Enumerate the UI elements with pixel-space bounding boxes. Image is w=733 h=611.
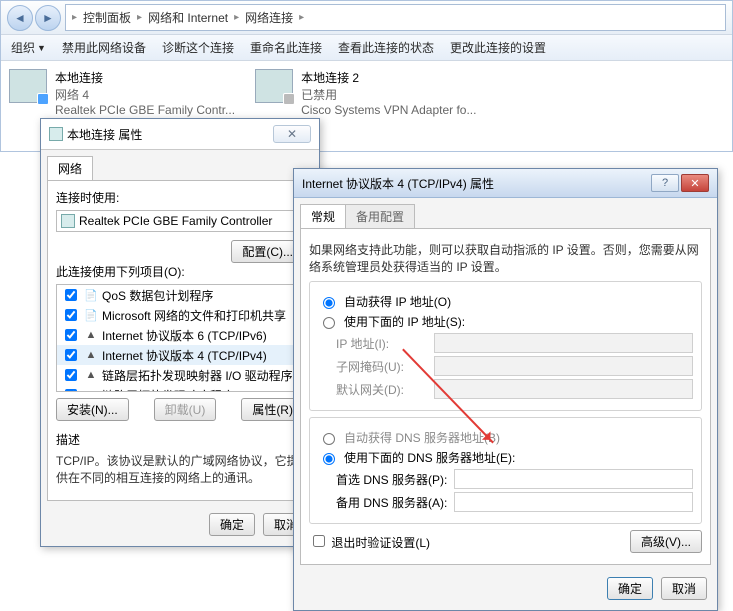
connection-name: 本地连接 2 <box>301 69 476 86</box>
item-checkbox[interactable] <box>65 389 77 392</box>
change-settings[interactable]: 更改此连接的设置 <box>450 39 546 56</box>
help-button[interactable]: ? <box>651 174 679 192</box>
dialog-titlebar[interactable]: 本地连接 属性 ✕ <box>41 119 319 150</box>
ok-button[interactable]: 确定 <box>209 513 255 536</box>
list-item[interactable]: ▲Internet 协议版本 4 (TCP/IPv4) <box>57 345 303 365</box>
tab-network[interactable]: 网络 <box>47 156 93 180</box>
ip-address-label: IP 地址(I): <box>318 335 428 352</box>
dns-auto-radio[interactable] <box>323 433 335 445</box>
items-label: 此连接使用下列项目(O): <box>56 263 304 280</box>
ip-settings-group: 自动获得 IP 地址(O) 使用下面的 IP 地址(S): IP 地址(I): … <box>309 281 702 411</box>
description-text: TCP/IP。该协议是默认的广域网络协议，它提供在不同的相互连接的网络上的通讯。 <box>56 452 304 486</box>
connection-device: Realtek PCIe GBE Family Contr... <box>55 103 235 117</box>
dialog-title: Internet 协议版本 4 (TCP/IPv4) 属性 <box>302 175 494 192</box>
ip-manual-radio[interactable] <box>323 317 335 329</box>
breadcrumb-item[interactable]: 网络连接 <box>245 9 293 26</box>
item-checkbox[interactable] <box>65 349 77 361</box>
dns-preferred-field[interactable] <box>454 469 693 489</box>
ip-manual-label: 使用下面的 IP 地址(S): <box>344 313 465 330</box>
connection-status: 网络 4 <box>55 86 235 103</box>
dns-alternate-field[interactable] <box>454 492 693 512</box>
tab-alternate[interactable]: 备用配置 <box>346 204 415 228</box>
breadcrumb-item[interactable]: 网络和 Internet <box>148 9 228 26</box>
list-item[interactable]: 📄QoS 数据包计划程序 <box>57 285 303 305</box>
dialog-title: 本地连接 属性 <box>67 126 142 143</box>
dns-preferred-label: 首选 DNS 服务器(P): <box>318 471 448 488</box>
rename-connection[interactable]: 重命名此连接 <box>250 39 322 56</box>
components-list[interactable]: 📄QoS 数据包计划程序 📄Microsoft 网络的文件和打印机共享 ▲Int… <box>56 284 304 392</box>
toolbar: 组织 ▼ 禁用此网络设备 诊断这个连接 重命名此连接 查看此连接的状态 更改此连… <box>1 35 732 61</box>
adapter-properties-dialog: 本地连接 属性 ✕ 网络 连接时使用: Realtek PCIe GBE Fam… <box>40 118 320 547</box>
connection-device: Cisco Systems VPN Adapter fo... <box>301 103 476 117</box>
ok-button[interactable]: 确定 <box>607 577 653 600</box>
validate-checkbox[interactable] <box>313 535 325 547</box>
description-label: 描述 <box>56 431 304 448</box>
dialog-titlebar[interactable]: Internet 协议版本 4 (TCP/IPv4) 属性 ? ✕ <box>294 169 717 198</box>
close-button[interactable]: ✕ <box>273 125 311 143</box>
view-status[interactable]: 查看此连接的状态 <box>338 39 434 56</box>
adapter-icon <box>61 214 75 228</box>
adapter-name: Realtek PCIe GBE Family Controller <box>79 214 272 228</box>
dns-settings-group: 自动获得 DNS 服务器地址(B) 使用下面的 DNS 服务器地址(E): 首选… <box>309 417 702 524</box>
address-bar: ◄ ► ▸ 控制面板 ▸ 网络和 Internet ▸ 网络连接 ▸ <box>1 1 732 35</box>
ipv4-properties-dialog: Internet 协议版本 4 (TCP/IPv4) 属性 ? ✕ 常规 备用配… <box>293 168 718 611</box>
item-checkbox[interactable] <box>65 329 77 341</box>
list-item[interactable]: 📄Microsoft 网络的文件和打印机共享 <box>57 305 303 325</box>
connect-using-label: 连接时使用: <box>56 189 304 206</box>
install-button[interactable]: 安装(N)... <box>56 398 129 421</box>
ip-auto-radio[interactable] <box>323 297 335 309</box>
list-item[interactable]: ▲链路层拓扑发现映射器 I/O 驱动程序 <box>57 365 303 385</box>
breadcrumb-item[interactable]: 控制面板 <box>83 9 131 26</box>
disable-device[interactable]: 禁用此网络设备 <box>62 39 146 56</box>
network-adapter-icon <box>9 69 47 103</box>
gateway-field <box>434 379 693 399</box>
forward-button[interactable]: ► <box>35 5 61 31</box>
list-item[interactable]: ▲链路层拓扑发现响应程序 <box>57 385 303 392</box>
dns-alternate-label: 备用 DNS 服务器(A): <box>318 494 448 511</box>
subnet-field <box>434 356 693 376</box>
validate-label: 退出时验证设置(L) <box>331 536 430 550</box>
breadcrumb[interactable]: ▸ 控制面板 ▸ 网络和 Internet ▸ 网络连接 ▸ <box>65 4 726 31</box>
cancel-button[interactable]: 取消 <box>661 577 707 600</box>
close-button[interactable]: ✕ <box>681 174 709 192</box>
uninstall-button: 卸载(U) <box>154 398 217 421</box>
item-checkbox[interactable] <box>65 369 77 381</box>
dns-auto-label: 自动获得 DNS 服务器地址(B) <box>344 429 500 446</box>
item-checkbox[interactable] <box>65 289 77 301</box>
intro-text: 如果网络支持此功能，则可以获取自动指派的 IP 设置。否则，您需要从网络系统管理… <box>309 241 702 275</box>
dns-manual-label: 使用下面的 DNS 服务器地址(E): <box>344 449 515 466</box>
advanced-button[interactable]: 高级(V)... <box>630 530 702 553</box>
gateway-label: 默认网关(D): <box>318 381 428 398</box>
dns-manual-radio[interactable] <box>323 453 335 465</box>
tab-general[interactable]: 常规 <box>300 204 346 228</box>
ip-address-field <box>434 333 693 353</box>
back-button[interactable]: ◄ <box>7 5 33 31</box>
connection-name: 本地连接 <box>55 69 235 86</box>
list-item[interactable]: ▲Internet 协议版本 6 (TCP/IPv6) <box>57 325 303 345</box>
network-adapter-icon <box>255 69 293 103</box>
connection-status: 已禁用 <box>301 86 476 103</box>
ip-auto-label: 自动获得 IP 地址(O) <box>344 293 451 310</box>
organize-menu[interactable]: 组织 ▼ <box>11 39 46 56</box>
network-icon <box>49 127 63 141</box>
diagnose-connection[interactable]: 诊断这个连接 <box>162 39 234 56</box>
item-checkbox[interactable] <box>65 309 77 321</box>
